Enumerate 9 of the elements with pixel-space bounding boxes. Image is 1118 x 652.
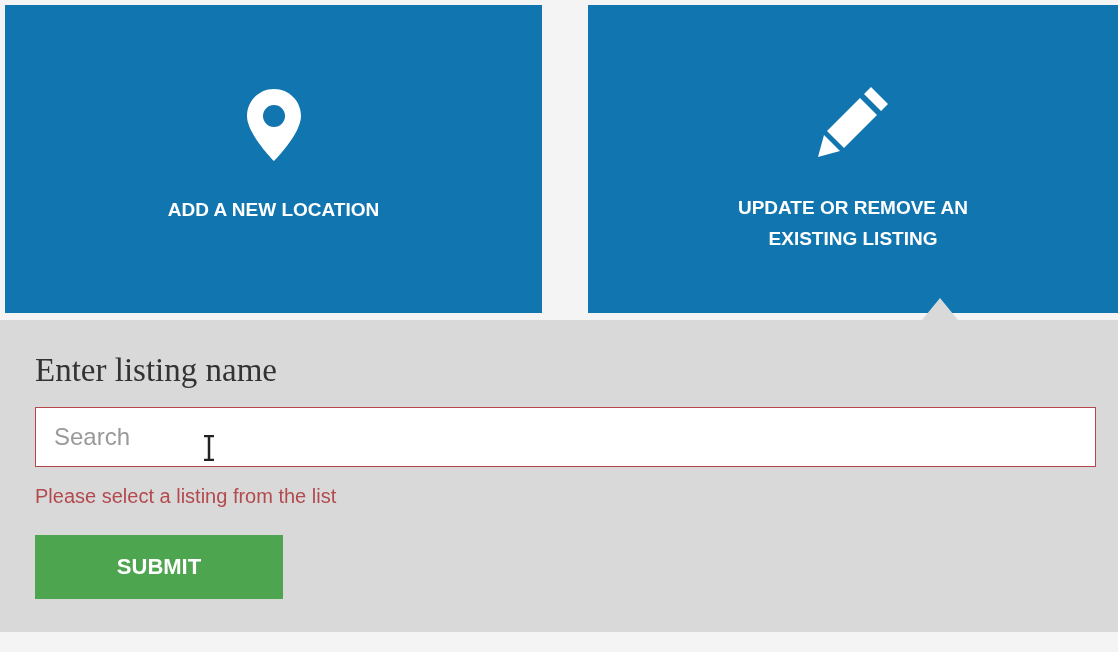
search-field[interactable]: Search <box>35 407 1096 467</box>
pencil-icon <box>816 85 890 159</box>
submit-button[interactable]: SUBMIT <box>35 535 283 599</box>
location-pin-icon <box>246 89 301 161</box>
form-heading: Enter listing name <box>35 351 278 390</box>
error-message: Please select a listing from the list <box>35 484 338 508</box>
option-tile[interactable]: UPDATE OR REMOVE AN EXISTING LISTING <box>588 5 1118 313</box>
option-tile[interactable]: ADD A NEW LOCATION <box>5 5 542 313</box>
text-cursor-icon <box>203 435 215 461</box>
